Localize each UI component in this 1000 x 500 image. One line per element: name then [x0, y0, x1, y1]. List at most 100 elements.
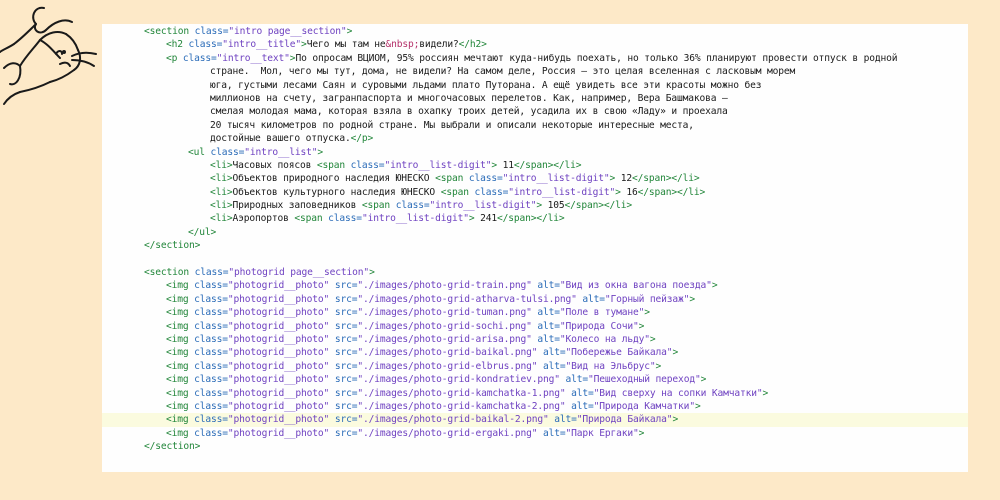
- code-token: </span></li>: [632, 173, 700, 185]
- code-token: "Парк Ергаки": [565, 427, 639, 439]
- code-line: <img class="photogrid__photo" src="./ima…: [102, 387, 968, 400]
- code-token: </ul>: [188, 226, 217, 238]
- code-token: alt=: [571, 387, 594, 399]
- code-token: alt=: [571, 400, 594, 412]
- code-token: "Вид на Эльбрус": [565, 360, 656, 372]
- code-token: "./images/photo-grid-baikal.png": [357, 347, 538, 359]
- code-line: <li>Объектов природного наследия ЮНЕСКО …: [102, 172, 968, 185]
- code-token: "photogrid page__section": [228, 267, 370, 279]
- code-token: "photogrid__photo": [227, 374, 330, 386]
- code-token: "Природа Сочи": [559, 320, 639, 332]
- code-token: 16: [626, 186, 638, 198]
- code-token: Чего мы там не: [306, 39, 386, 51]
- code-line: <section class="photogrid page__section"…: [102, 266, 968, 279]
- code-token: "intro__list-digit": [429, 200, 537, 212]
- code-token: <img: [166, 307, 195, 319]
- code-token: class=: [194, 320, 228, 332]
- code-token: alt=: [543, 347, 566, 359]
- code-line: ​: [102, 253, 968, 266]
- code-line: юга, густыми лесами Саян и суровыми льда…: [102, 79, 968, 92]
- code-token: видели?: [419, 39, 459, 51]
- code-line: <img class="photogrid__photo" src="./ima…: [102, 346, 968, 359]
- code-line: <img class="photogrid__photo" src="./ima…: [102, 293, 968, 306]
- code-line: миллионов на счету, загранпаспорта и мно…: [102, 92, 968, 105]
- code-token: "photogrid__photo": [227, 293, 330, 305]
- code-line: <img class="photogrid__photo" src="./ima…: [102, 427, 968, 440]
- code-token: src=: [334, 400, 358, 412]
- code-token: <img: [166, 374, 195, 386]
- code-token: "photogrid__photo": [227, 320, 330, 332]
- code-token: смелая молодая мама, которая взяла в оха…: [210, 106, 728, 118]
- code-token: <p: [166, 52, 183, 64]
- code-token: <img: [166, 293, 195, 305]
- code-token: Аэропортов: [232, 213, 295, 225]
- code-token: <section: [144, 267, 195, 279]
- code-token: >: [536, 200, 548, 212]
- code-token: </span></li>: [637, 186, 706, 198]
- code-token: юга, густыми лесами Саян и суровыми льда…: [210, 79, 762, 91]
- code-token: </span></li>: [564, 200, 633, 212]
- code-token: class=: [328, 213, 362, 225]
- code-token: "photogrid__photo": [227, 387, 330, 399]
- code-token: class=: [210, 146, 245, 158]
- code-token: </span></li>: [497, 213, 565, 225]
- code-token: <h2: [166, 39, 189, 51]
- code-token: src=: [334, 387, 358, 399]
- code-token: 241: [480, 213, 497, 225]
- code-token: alt=: [537, 333, 560, 345]
- code-token: class=: [194, 414, 228, 426]
- code-token: >: [672, 347, 679, 359]
- code-token: <img: [166, 414, 195, 426]
- code-line: <ul class="intro__list">: [102, 146, 968, 159]
- code-line: <section class="intro page__section">: [102, 25, 968, 38]
- code-token: <span: [316, 159, 351, 171]
- code-token: >: [644, 307, 650, 319]
- code-token: >: [468, 213, 481, 225]
- code-token: <img: [166, 347, 195, 359]
- mouse-head-sketch-icon: [0, 0, 100, 110]
- code-token: "Поле в тумане": [559, 307, 645, 319]
- code-token: "./images/photo-grid-atharva-tulsi.png": [357, 293, 577, 305]
- code-line: стране. Мол, чего мы тут, дома, не видел…: [102, 65, 968, 78]
- code-token: src=: [334, 320, 358, 332]
- code-token: <span: [440, 186, 475, 198]
- code-editor: <section class="intro page__section"> <h2…: [102, 24, 968, 472]
- code-token: "intro__list-digit": [361, 213, 469, 225]
- code-token: >: [369, 267, 375, 279]
- code-line: <li>Аэропортов <span class="intro__list-…: [102, 212, 968, 225]
- code-line: <li>Часовых поясов <span class="intro__l…: [102, 159, 968, 172]
- code-line: <img class="photogrid__photo" src="./ima…: [102, 400, 968, 413]
- code-token: "./images/photo-grid-elbrus.png": [357, 360, 538, 372]
- code-token: src=: [334, 374, 358, 386]
- code-line: <img class="photogrid__photo" src="./ima…: [102, 306, 968, 319]
- code-token: class=: [474, 186, 509, 198]
- code-line: <li>Природных заповедников <span class="…: [102, 199, 968, 212]
- code-line: 20 тысяч километров по родной стране. Мы…: [102, 119, 968, 132]
- code-token: "photogrid__photo": [227, 400, 330, 412]
- code-line: <img class="photogrid__photo" src="./ima…: [102, 279, 968, 292]
- code-token: <li>: [210, 186, 233, 198]
- code-token: >: [615, 186, 627, 198]
- code-token: src=: [334, 427, 358, 439]
- code-token: >: [694, 400, 701, 412]
- code-token: Часовых поясов: [232, 159, 317, 171]
- code-token: "./images/photo-grid-train.png": [357, 280, 532, 292]
- code-token: >: [346, 26, 353, 37]
- code-token: alt=: [537, 320, 560, 332]
- code-token: <img: [166, 387, 195, 399]
- code-token: class=: [194, 387, 228, 399]
- code-token: class=: [395, 200, 430, 212]
- code-token: >: [672, 414, 679, 426]
- code-token: class=: [194, 307, 228, 319]
- code-block: <section class="intro page__section"> <h2…: [102, 25, 968, 454]
- code-token: "./images/photo-grid-sochi.png": [357, 320, 532, 332]
- code-token: class=: [182, 52, 217, 64]
- code-token: class=: [194, 333, 228, 345]
- code-token: "photogrid__photo": [227, 307, 330, 319]
- code-token: >: [649, 333, 656, 345]
- code-token: src=: [334, 347, 358, 359]
- code-token: "Вид сверху на сопки Камчатки": [593, 387, 763, 399]
- code-token: "./images/photo-grid-kamchatka-1.png": [357, 387, 566, 399]
- code-token: >: [689, 293, 695, 305]
- code-token: >: [655, 360, 662, 372]
